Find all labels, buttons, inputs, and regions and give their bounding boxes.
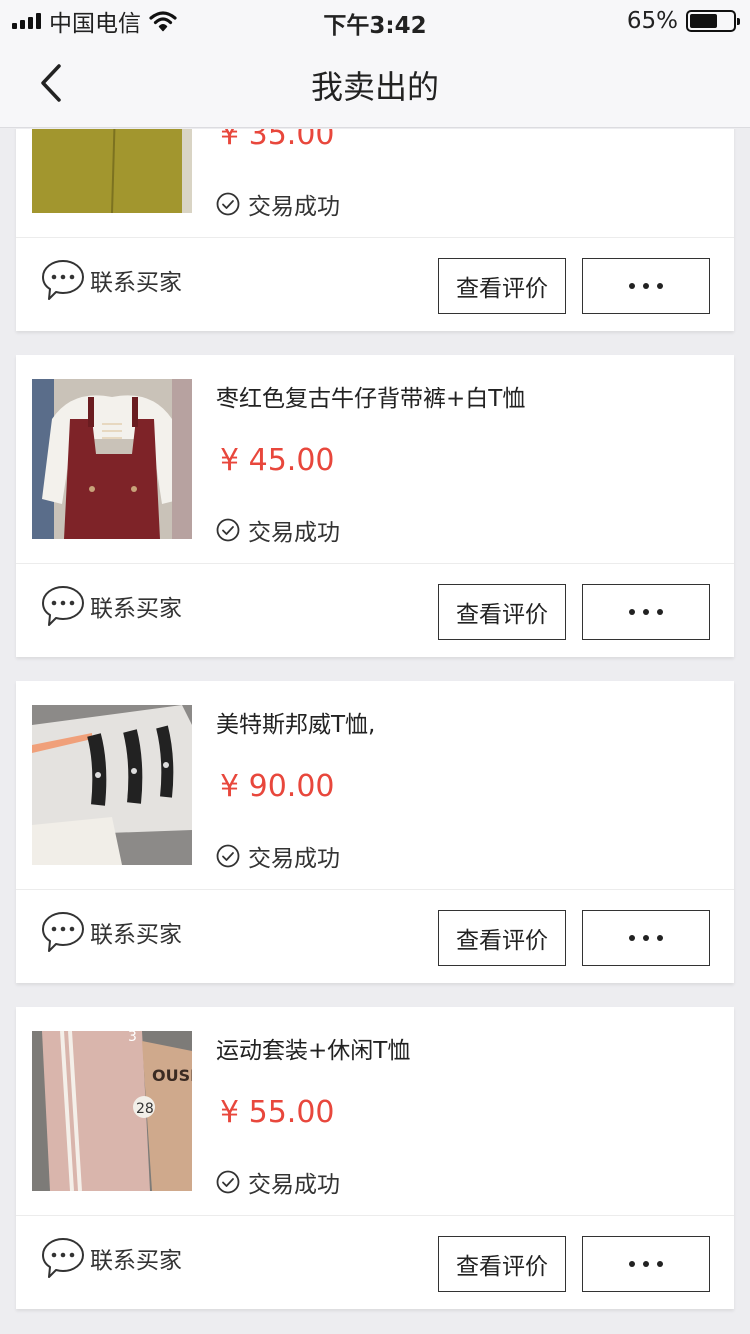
battery-icon <box>686 10 740 32</box>
contact-buyer-label: 联系买家 <box>90 922 182 948</box>
more-dots-icon <box>629 609 663 615</box>
order-status-label: 交易成功 <box>248 1172 340 1198</box>
divider <box>16 563 734 564</box>
product-price: ¥ 35.00 <box>220 129 335 152</box>
divider <box>16 237 734 238</box>
svg-text:3: 3 <box>128 1031 137 1045</box>
product-price: ¥ 90.00 <box>220 769 335 804</box>
order-status-label: 交易成功 <box>248 520 340 546</box>
order-card[interactable]: 枣红色复古牛仔背带裤+白T恤 ¥ 45.00 交易成功 联系买家 查看评价 <box>16 355 734 657</box>
product-thumbnail[interactable] <box>32 705 192 865</box>
more-options-button[interactable] <box>582 910 710 966</box>
contact-buyer-label: 联系买家 <box>90 270 182 296</box>
status-bar: 中国电信 下午3:42 65% <box>0 0 750 40</box>
product-thumbnail[interactable] <box>32 379 192 539</box>
status-right: 65% <box>626 6 740 36</box>
order-card[interactable]: ¥ 35.00 交易成功 联系买家 查看评价 <box>16 129 734 331</box>
order-status: 交易成功 <box>216 513 340 547</box>
product-title: 运动套装+休闲T恤 <box>216 1038 411 1064</box>
check-circle-icon <box>216 1170 240 1194</box>
contact-buyer-label: 联系买家 <box>90 596 182 622</box>
more-options-button[interactable] <box>582 584 710 640</box>
order-card[interactable]: OUSE 28 3 运动套装+休闲T恤 ¥ 55.00 交易成功 <box>16 1007 734 1309</box>
contact-buyer-button[interactable]: 联系买家 <box>40 583 182 629</box>
divider <box>16 1215 734 1216</box>
svg-text:OUSE: OUSE <box>152 1066 192 1085</box>
view-review-button[interactable]: 查看评价 <box>438 910 566 966</box>
contact-buyer-button[interactable]: 联系买家 <box>40 909 182 955</box>
order-status-label: 交易成功 <box>248 846 340 872</box>
chat-bubble-icon <box>42 912 84 952</box>
page-title: 我卖出的 <box>310 68 439 106</box>
more-options-button[interactable] <box>582 258 710 314</box>
product-thumbnail[interactable]: OUSE 28 3 <box>32 1031 192 1191</box>
product-price: ¥ 45.00 <box>220 443 335 478</box>
view-review-button[interactable]: 查看评价 <box>438 258 566 314</box>
check-circle-icon <box>216 192 240 216</box>
order-list: ¥ 35.00 交易成功 联系买家 查看评价 枣红色复古牛仔背带裤+白T恤 ¥ … <box>0 129 750 1333</box>
view-review-button[interactable]: 查看评价 <box>438 584 566 640</box>
contact-buyer-label: 联系买家 <box>90 1248 182 1274</box>
order-status: 交易成功 <box>216 187 340 221</box>
nav-bar: 我卖出的 <box>0 40 750 128</box>
product-title: 枣红色复古牛仔背带裤+白T恤 <box>216 386 526 412</box>
order-status: 交易成功 <box>216 1165 340 1199</box>
view-review-button[interactable]: 查看评价 <box>438 1236 566 1292</box>
more-dots-icon <box>629 283 663 289</box>
chat-bubble-icon <box>42 586 84 626</box>
svg-text:28: 28 <box>136 1101 154 1117</box>
order-status-label: 交易成功 <box>248 194 340 220</box>
more-dots-icon <box>629 935 663 941</box>
contact-buyer-button[interactable]: 联系买家 <box>40 257 182 303</box>
order-card[interactable]: 美特斯邦威T恤, ¥ 90.00 交易成功 联系买家 查看评价 <box>16 681 734 983</box>
product-price: ¥ 55.00 <box>220 1095 335 1130</box>
product-thumbnail[interactable] <box>32 129 192 213</box>
chat-bubble-icon <box>42 1238 84 1278</box>
order-status: 交易成功 <box>216 839 340 873</box>
more-options-button[interactable] <box>582 1236 710 1292</box>
battery-percent: 65% <box>626 8 678 34</box>
check-circle-icon <box>216 518 240 542</box>
chat-bubble-icon <box>42 260 84 300</box>
more-dots-icon <box>629 1261 663 1267</box>
order-list-viewport[interactable]: ¥ 35.00 交易成功 联系买家 查看评价 枣红色复古牛仔背带裤+白T恤 ¥ … <box>0 129 750 1334</box>
divider <box>16 889 734 890</box>
check-circle-icon <box>216 844 240 868</box>
product-title: 美特斯邦威T恤, <box>216 712 376 738</box>
contact-buyer-button[interactable]: 联系买家 <box>40 1235 182 1281</box>
